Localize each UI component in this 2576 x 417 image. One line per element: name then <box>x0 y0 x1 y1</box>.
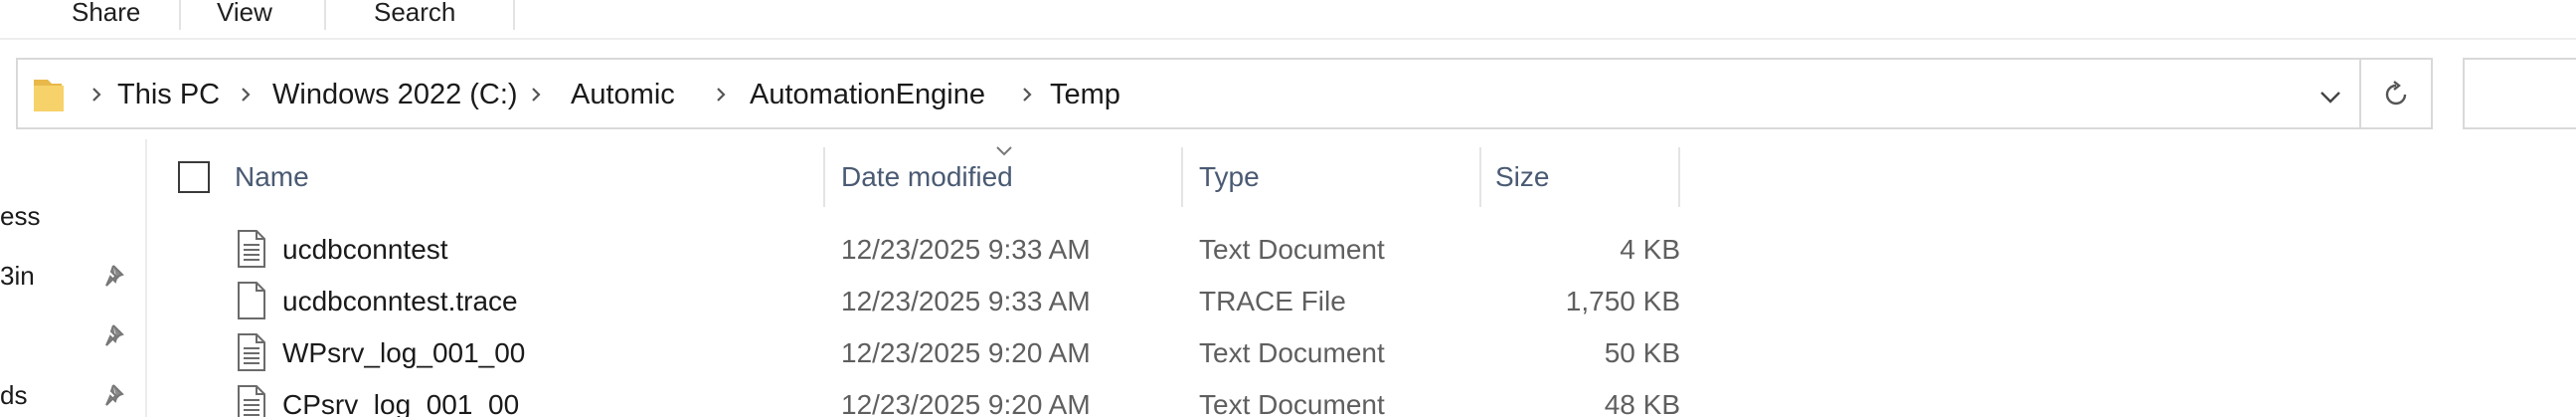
breadcrumb-temp[interactable]: Temp <box>1050 78 1120 111</box>
file-row[interactable]: CPsrv_log_001_00 12/23/2025 9:20 AM Text… <box>159 380 1680 417</box>
column-header-date-modified[interactable]: Date modified <box>841 149 1179 209</box>
chevron-right-icon[interactable] <box>1018 86 1036 104</box>
column-header-date-label: Date modified <box>841 161 1013 192</box>
breadcrumb-drive-c[interactable]: Windows 2022 (C:) <box>272 78 518 111</box>
chevron-right-icon[interactable] <box>237 86 255 104</box>
ribbon-separator <box>179 0 181 30</box>
search-box[interactable] <box>2463 58 2576 129</box>
file-row[interactable]: WPsrv_log_001_00 12/23/2025 9:20 AM Text… <box>159 328 1680 380</box>
chevron-down-icon[interactable] <box>2316 82 2345 111</box>
nav-item-downloads[interactable]: ds <box>0 380 27 411</box>
file-size: 4 KB <box>1620 234 1680 265</box>
chevron-right-icon[interactable] <box>712 86 730 104</box>
file-row[interactable]: ucdbconntest 12/23/2025 9:33 AM Text Doc… <box>159 225 1680 277</box>
nav-item-recycle-bin[interactable]: 3in <box>0 261 35 292</box>
column-header-type[interactable]: Type <box>1199 149 1477 209</box>
chevron-right-icon[interactable] <box>527 86 545 104</box>
column-resize-handle[interactable] <box>1479 147 1481 207</box>
column-resize-handle[interactable] <box>1678 147 1680 207</box>
ribbon-divider <box>0 38 2576 40</box>
ribbon-separator <box>324 0 326 30</box>
column-header-size-label: Size <box>1495 161 1550 192</box>
column-header-size[interactable]: Size <box>1495 149 1674 209</box>
ribbon-tab-share[interactable]: Share <box>72 0 140 30</box>
navigation-pane: ess 3in ds <box>0 139 147 417</box>
column-resize-handle[interactable] <box>823 147 825 207</box>
chevron-right-icon <box>92 88 101 102</box>
breadcrumb-this-pc[interactable]: This PC <box>117 78 220 111</box>
column-resize-handle[interactable] <box>1181 147 1183 207</box>
file-size: 1,750 KB <box>1565 286 1680 316</box>
pin-icon[interactable] <box>103 382 129 408</box>
file-row[interactable]: ucdbconntest.trace 12/23/2025 9:33 AM TR… <box>159 277 1680 328</box>
folder-icon <box>34 80 64 111</box>
ribbon: Share View Search <box>0 0 2576 33</box>
ribbon-separator <box>513 0 515 30</box>
select-all-checkbox[interactable] <box>178 161 210 193</box>
column-header-type-label: Type <box>1199 161 1260 192</box>
refresh-icon <box>2385 81 2407 105</box>
nav-item-quick-access[interactable]: ess <box>0 201 40 232</box>
address-bar[interactable]: This PC Windows 2022 (C:) Automic Automa… <box>16 58 2361 129</box>
pin-icon[interactable] <box>103 322 129 348</box>
pin-icon[interactable] <box>103 263 129 289</box>
breadcrumb-automationengine[interactable]: AutomationEngine <box>750 78 985 111</box>
ribbon-tab-view[interactable]: View <box>217 0 272 30</box>
breadcrumb-automic[interactable]: Automic <box>571 78 675 111</box>
ribbon-tab-search[interactable]: Search <box>374 0 455 30</box>
refresh-button[interactable] <box>2361 58 2433 129</box>
column-header-name-label: Name <box>235 161 309 192</box>
column-header-name[interactable]: Name <box>235 149 821 209</box>
file-size: 50 KB <box>1604 337 1680 368</box>
nav-pane-divider <box>145 139 147 417</box>
file-size: 48 KB <box>1604 389 1680 417</box>
